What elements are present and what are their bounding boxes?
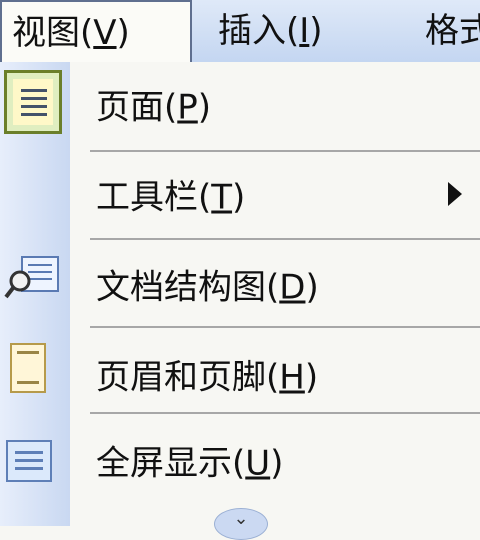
full-screen-icon [6,440,52,482]
menu-item-full-screen-label: 全屏显示(U) [96,443,284,484]
menu-format-label: 格式 [425,11,480,51]
view-menu-dropdown: 页面(P) 工具栏(T) 文档结构图(D) 页眉和页脚(H) 全屏显示(U) [70,62,480,526]
menu-item-document-map-label: 文档结构图(D) [96,267,319,308]
menu-item-page-label: 页面(P) [96,87,212,128]
document-map-icon [4,255,62,303]
menu-bar: 视图(V) 插入(I) 格式 [0,0,480,64]
menu-item-page[interactable]: 页面(P) [70,64,480,144]
menu-insert[interactable]: 插入(I) [218,0,323,62]
submenu-arrow-icon [448,182,462,206]
menu-insert-mnemonic: I [299,11,310,51]
menu-view-label: 视图 [12,13,80,53]
menu-separator [90,150,480,152]
menu-view-mnemonic: V [93,13,117,53]
expand-menu-chevron-icon[interactable]: ⌄ [214,508,268,540]
menu-insert-label: 插入 [218,11,286,51]
menu-format[interactable]: 格式 [425,0,480,62]
header-footer-icon [10,343,46,393]
menu-view[interactable]: 视图(V) [0,0,192,64]
menu-item-header-footer[interactable]: 页眉和页脚(H) [70,334,480,414]
menu-separator [90,412,480,414]
menu-separator [90,326,480,328]
menu-item-header-footer-label: 页眉和页脚(H) [96,357,319,398]
menu-item-toolbars-label: 工具栏(T) [96,177,246,218]
menu-item-document-map[interactable]: 文档结构图(D) [70,244,480,324]
menu-item-toolbars[interactable]: 工具栏(T) [70,154,480,234]
menu-separator [90,238,480,240]
page-view-icon [4,70,62,134]
menu-item-full-screen[interactable]: 全屏显示(U) [70,420,480,500]
